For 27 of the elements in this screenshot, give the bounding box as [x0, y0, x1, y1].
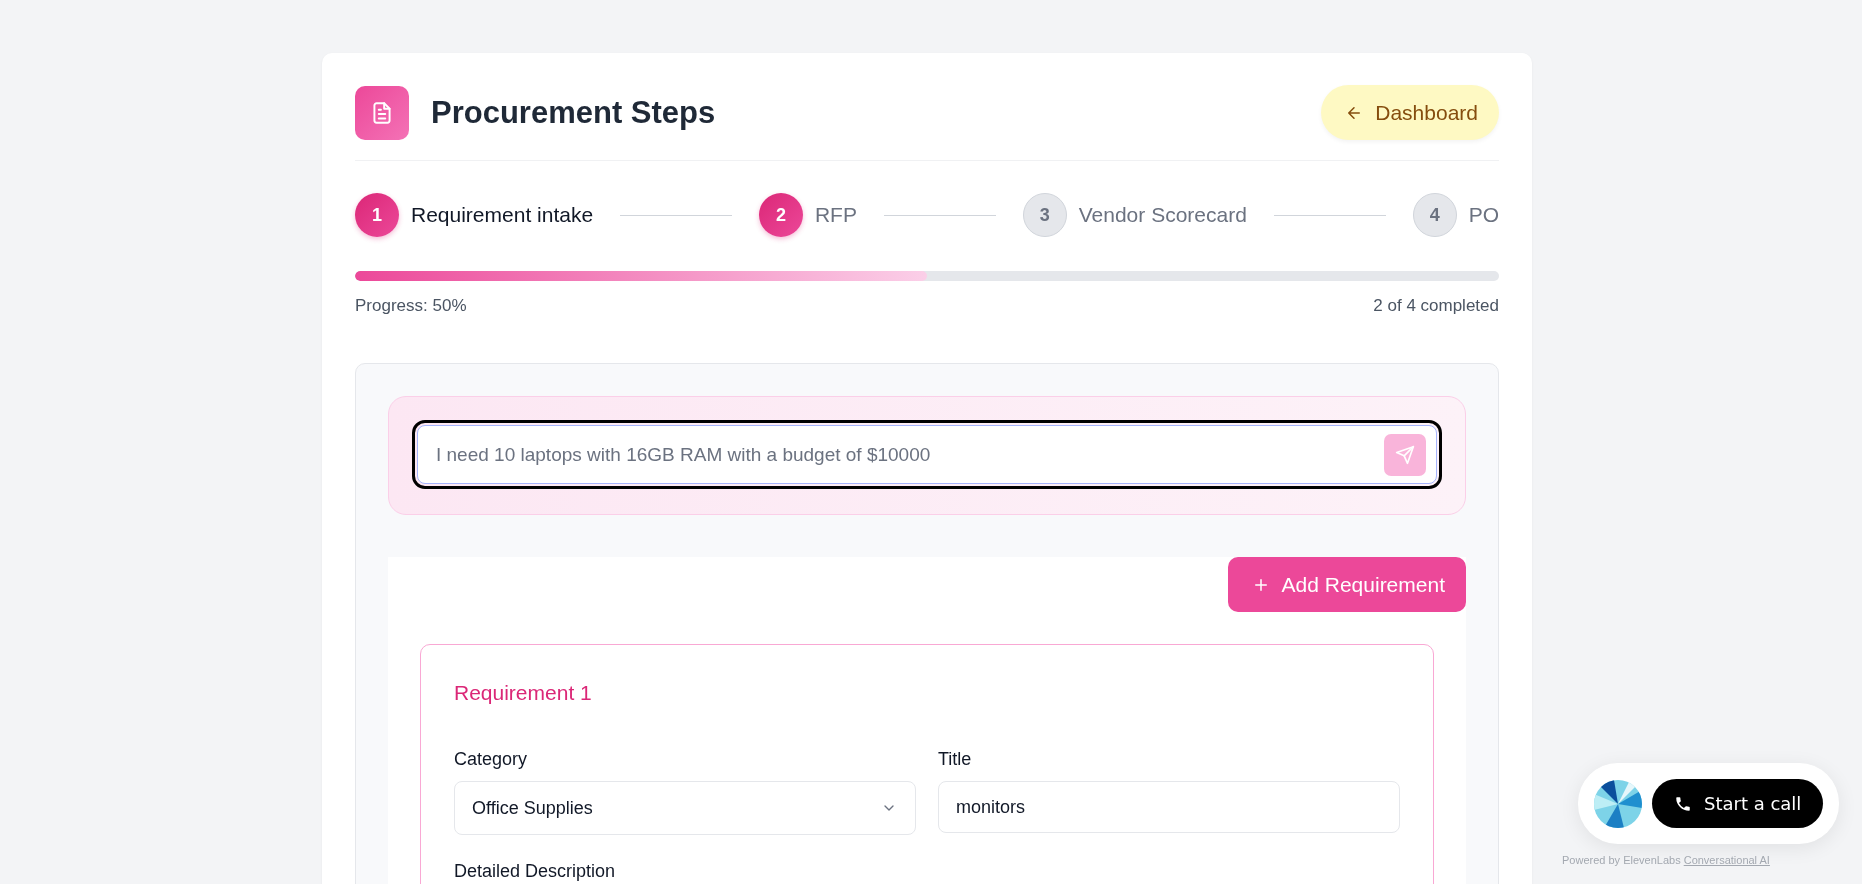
- field-label: Category: [454, 749, 529, 770]
- step-label[interactable]: PO: [1468, 203, 1499, 227]
- field-label: Detailed Description: [454, 861, 617, 882]
- step-label[interactable]: Vendor Scorecard: [1078, 203, 1247, 227]
- progress-summary: 2 of 4 completed: [1373, 296, 1499, 316]
- step-number[interactable]: 4: [1412, 193, 1457, 237]
- field-label: Title: [938, 749, 973, 770]
- progress-label: Progress: 50%: [355, 296, 467, 316]
- step-number[interactable]: 2: [758, 193, 803, 237]
- add-requirement-button[interactable]: Add Requirement: [1227, 557, 1466, 612]
- orb-icon: [1594, 779, 1642, 828]
- send-button[interactable]: [1384, 433, 1426, 476]
- title-field[interactable]: monitors: [938, 781, 1400, 833]
- step-number[interactable]: 1: [355, 193, 399, 237]
- send-icon: [1395, 444, 1415, 465]
- prompt-field[interactable]: I need 10 laptops with 16GB RAM with a budget of $10000: [434, 442, 1384, 467]
- step-label[interactable]: RFP: [814, 203, 857, 227]
- requirement-heading: Requirement 1: [454, 681, 593, 705]
- document-icon: [355, 85, 409, 140]
- step-number[interactable]: 3: [1022, 193, 1067, 237]
- powered-by-text: Powered by ElevenLabs Conversational AI: [1562, 854, 1770, 866]
- page-title: Procurement Steps: [431, 94, 717, 131]
- start-call-button[interactable]: Start a call: [1652, 779, 1824, 828]
- phone-icon: [1674, 794, 1692, 813]
- dashboard-button[interactable]: Dashboard: [1321, 85, 1499, 140]
- category-select[interactable]: Office Supplies: [454, 781, 916, 835]
- step-label[interactable]: Requirement intake: [411, 203, 594, 227]
